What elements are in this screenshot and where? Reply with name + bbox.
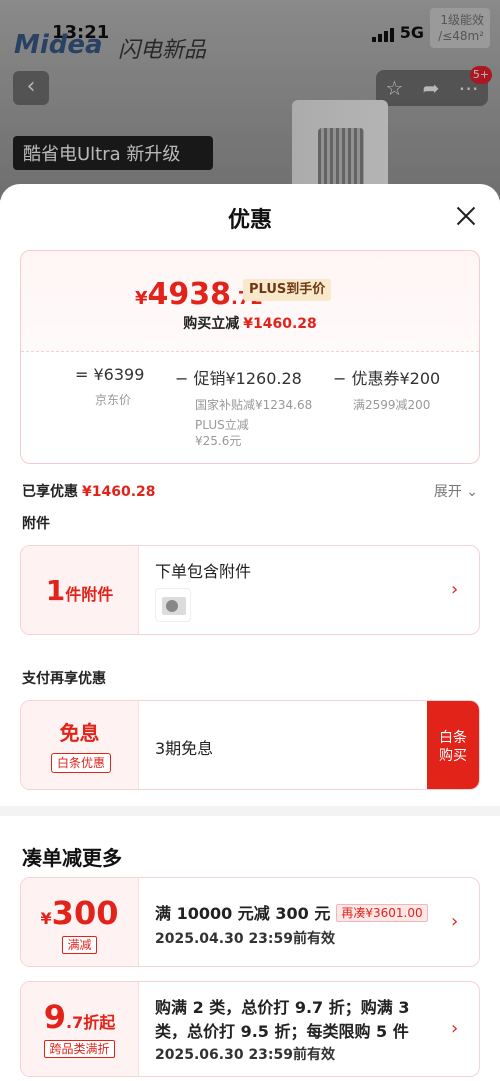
sheet-title: 优惠 [227, 208, 272, 233]
chevron-right-icon: › [451, 911, 459, 932]
plus-price-tag: PLUS到手价 [243, 279, 332, 301]
product-page-background: 13:21 5G Midea 闪电新品 1级能效/≤48m² ‹ ☆ ➦ ⋯ 5… [0, 0, 500, 200]
installment-title: 3期免息 [155, 739, 214, 758]
interest-free-label: 免息 [59, 721, 100, 745]
coupon-expiry: 2025.04.30 23:59前有效 [155, 931, 336, 947]
breakdown-jd-price: = ¥6399 京东价 [75, 365, 145, 407]
coupon-rule-line2: 类，总价打 9.5 折；每类限购 5 件 [155, 1022, 409, 1041]
discount-sheet: 优惠 ¥4938.72 PLUS到手价 购买立减¥1460.28 = ¥6399… [0, 184, 500, 1081]
breakdown-coupon: − 优惠券¥200 满2599减200 [333, 369, 441, 412]
coupon-rule-line1: 购满 2 类，总价打 9.7 折；购满 3 [155, 998, 410, 1017]
more-discount-title: 凑单减更多 [22, 846, 122, 870]
coupon-value: ¥300 [40, 894, 119, 932]
card-divider [21, 351, 479, 352]
coupon-type-tag: 满减 [21, 934, 138, 954]
accessory-left: 1件附件 [21, 546, 139, 634]
accessory-section-label: 附件 [22, 516, 50, 532]
dim-overlay[interactable] [0, 0, 500, 200]
coupon-card[interactable]: 9.7折起 跨品类满折 购满 2 类，总价打 9.7 折；购满 3 类，总价打 … [20, 981, 480, 1077]
coupon-gap-tag: 再凑¥3601.00 [336, 904, 428, 922]
outdoor-unit-icon [162, 597, 186, 615]
accessory-thumbnail [155, 588, 191, 622]
close-icon[interactable] [454, 204, 478, 228]
coupon-value: 9.7折起 [43, 998, 116, 1036]
payment-card[interactable]: 免息 白条优惠 3期免息 白条 购买 [20, 700, 480, 790]
coupon-expiry: 2025.06.30 23:59前有效 [155, 1047, 336, 1063]
enjoyed-discount: 已享优惠 ¥1460.28 [22, 484, 156, 500]
price-card: ¥4938.72 PLUS到手价 购买立减¥1460.28 = ¥6399 京东… [20, 250, 480, 464]
section-divider [0, 806, 500, 816]
baitiao-tag: 白条优惠 [51, 753, 112, 773]
coupon-rule: 满 10000 元减 300 元再凑¥3601.00 [155, 900, 428, 924]
payment-left: 免息 白条优惠 [21, 701, 139, 789]
coupon-card[interactable]: ¥300 满减 满 10000 元减 300 元再凑¥3601.00 2025.… [20, 877, 480, 967]
breakdown-promotion: − 促销¥1260.28 国家补贴减¥1234.68 PLUS立减 ¥25.6元 [175, 369, 313, 448]
coupon-type-tag: 跨品类满折 [21, 1038, 138, 1058]
accessory-count: 1件附件 [45, 574, 114, 607]
coupon-left: ¥300 满减 [21, 878, 139, 966]
expand-toggle[interactable]: 展开 ⌄ [434, 481, 478, 501]
instant-discount: 购买立减 ¥1460.28 [183, 316, 317, 332]
payment-section-label: 支付再享优惠 [22, 671, 106, 687]
baitiao-buy-button[interactable]: 白条 购买 [427, 701, 479, 789]
chevron-right-icon: › [451, 579, 459, 600]
coupon-left: 9.7折起 跨品类满折 [21, 982, 139, 1076]
accessory-title: 下单包含附件 [155, 562, 252, 581]
chevron-right-icon: › [451, 1018, 459, 1039]
accessory-card[interactable]: 1件附件 下单包含附件 › [20, 545, 480, 635]
